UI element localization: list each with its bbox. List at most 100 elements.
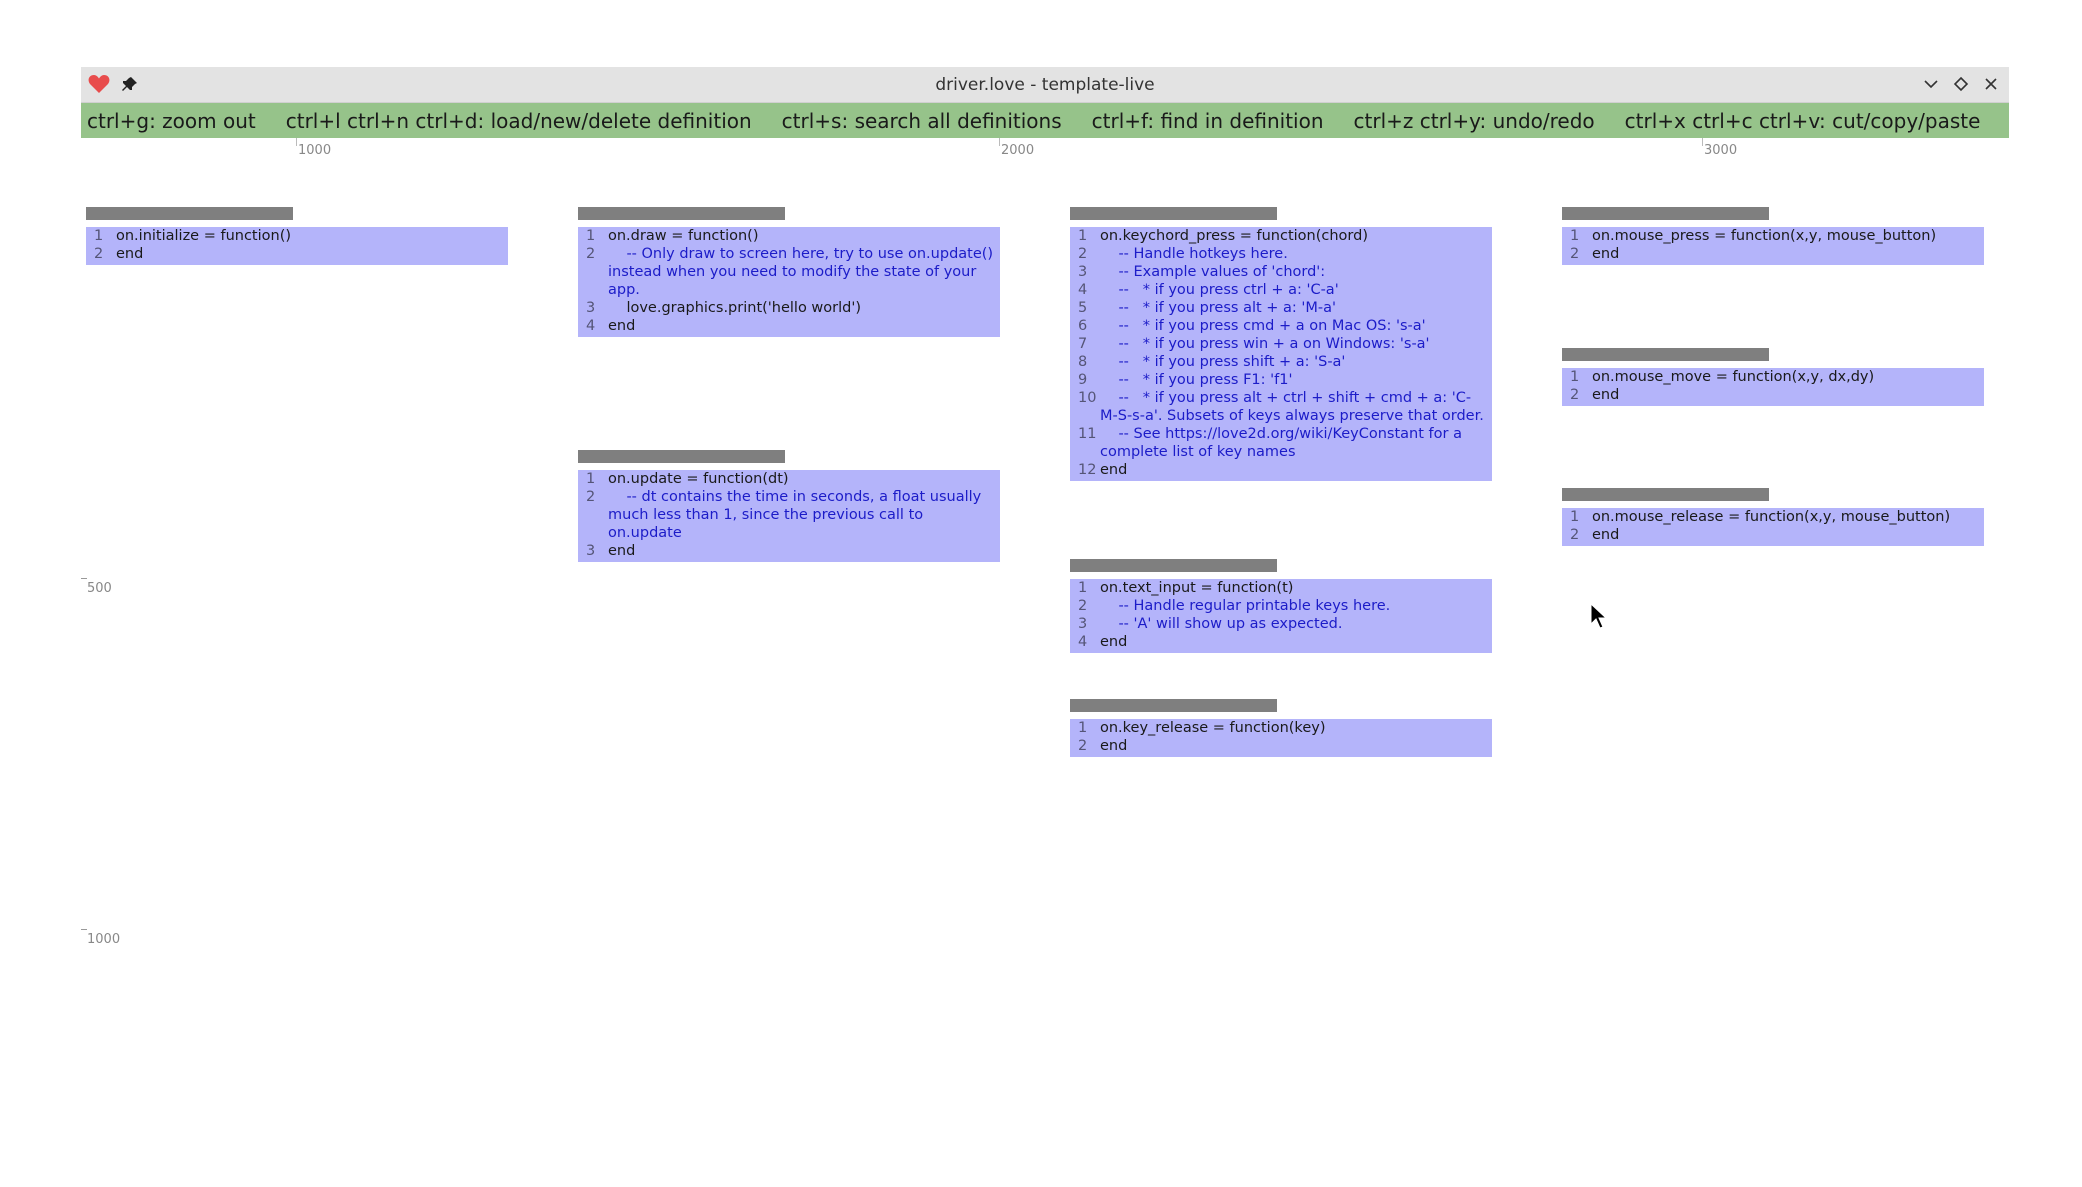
line-number: 1	[1570, 509, 1580, 525]
diamond-icon[interactable]	[1949, 72, 1973, 96]
line-number: 3	[1078, 264, 1088, 280]
code-line[interactable]: 2 end	[1562, 386, 1984, 404]
code-line[interactable]: 6 -- * if you press cmd + a on Mac OS: '…	[1070, 317, 1492, 335]
code-line[interactable]: 1 on.mouse_move = function(x,y, dx,dy)	[1562, 368, 1984, 386]
code-text[interactable]: on.key_release = function(key)	[1100, 719, 1492, 737]
chevron-down-icon[interactable]	[1919, 72, 1943, 96]
menu-load-new-delete[interactable]: ctrl+l ctrl+n ctrl+d: load/new/delete de…	[286, 109, 752, 133]
card-drag-handle[interactable]	[1562, 488, 1769, 501]
hotkey-bar: ctrl+g: zoom out ctrl+l ctrl+n ctrl+d: l…	[81, 103, 2009, 138]
code-comment[interactable]: -- * if you press shift + a: 'S-a'	[1100, 353, 1492, 371]
code-line[interactable]: 1 on.mouse_release = function(x,y, mouse_…	[1562, 508, 1984, 526]
code-line[interactable]: 3 end	[578, 542, 1000, 560]
code-line[interactable]: 1 on.text_input = function(t)	[1070, 579, 1492, 597]
code-comment[interactable]: -- * if you press F1: 'f1'	[1100, 371, 1492, 389]
code-comment[interactable]: -- Handle hotkeys here.	[1100, 245, 1492, 263]
card-drag-handle[interactable]	[1070, 699, 1277, 712]
code-line[interactable]: 11 -- See https://love2d.org/wiki/KeyCon…	[1070, 425, 1492, 461]
code-text[interactable]: end	[1592, 245, 1984, 263]
code-text[interactable]: on.mouse_release = function(x,y, mouse_b…	[1592, 508, 1984, 526]
menu-find-in-definition[interactable]: ctrl+f: find in definition	[1092, 109, 1324, 133]
code-line[interactable]: 2 end	[1070, 737, 1492, 755]
code-line[interactable]: 1 on.initialize = function()	[86, 227, 508, 245]
code-line[interactable]: 1 on.draw = function()	[578, 227, 1000, 245]
code-text[interactable]: end	[608, 542, 1000, 560]
card-drag-handle[interactable]	[86, 207, 293, 220]
code-line[interactable]: 2 -- Handle regular printable keys here.	[1070, 597, 1492, 615]
card-code-editor[interactable]: 1 on.text_input = function(t) 2 -- Handle …	[1070, 579, 1492, 653]
card-code-editor[interactable]: 1 on.update = function(dt) 2 -- dt contain…	[578, 470, 1000, 562]
code-line[interactable]: 7 -- * if you press win + a on Windows: …	[1070, 335, 1492, 353]
code-line[interactable]: 1 on.update = function(dt)	[578, 470, 1000, 488]
code-comment[interactable]: -- Only draw to screen here, try to use …	[608, 245, 1000, 299]
code-text[interactable]: on.draw = function()	[608, 227, 1000, 245]
code-text[interactable]: on.text_input = function(t)	[1100, 579, 1492, 597]
card-drag-handle[interactable]	[1562, 348, 1769, 361]
code-line[interactable]: 1 on.keychord_press = function(chord)	[1070, 227, 1492, 245]
card-code-editor[interactable]: 1 on.initialize = function() 2 end	[86, 227, 508, 265]
title-bar[interactable]: driver.love - template-live	[81, 67, 2009, 103]
code-text[interactable]: end	[116, 245, 508, 263]
card-drag-handle[interactable]	[578, 450, 785, 463]
code-text[interactable]: end	[1100, 737, 1492, 755]
code-line[interactable]: 2 end	[1562, 245, 1984, 263]
code-line[interactable]: 2 -- Only draw to screen here, try to us…	[578, 245, 1000, 299]
code-line[interactable]: 8 -- * if you press shift + a: 'S-a'	[1070, 353, 1492, 371]
ruler-label-y: 500	[87, 581, 112, 596]
code-comment[interactable]: -- * if you press cmd + a on Mac OS: 's-…	[1100, 317, 1492, 335]
code-text[interactable]: end	[1592, 526, 1984, 544]
code-comment[interactable]: -- * if you press win + a on Windows: 's…	[1100, 335, 1492, 353]
code-text[interactable]: end	[1100, 461, 1492, 479]
menu-cut-copy-paste[interactable]: ctrl+x ctrl+c ctrl+v: cut/copy/paste	[1625, 109, 1981, 133]
code-line[interactable]: 12 end	[1070, 461, 1492, 479]
code-text[interactable]: on.update = function(dt)	[608, 470, 1000, 488]
code-comment[interactable]: -- Handle regular printable keys here.	[1100, 597, 1492, 615]
code-comment[interactable]: -- * if you press alt + a: 'M-a'	[1100, 299, 1492, 317]
card-drag-handle[interactable]	[1070, 559, 1277, 572]
card-code-editor[interactable]: 1 on.keychord_press = function(chord) 2 --…	[1070, 227, 1492, 481]
code-line[interactable]: 2 end	[1562, 526, 1984, 544]
code-line[interactable]: 4 end	[1070, 633, 1492, 651]
code-comment[interactable]: -- * if you press ctrl + a: 'C-a'	[1100, 281, 1492, 299]
code-text[interactable]: on.initialize = function()	[116, 227, 508, 245]
line-number: 1	[1570, 228, 1580, 244]
code-line[interactable]: 9 -- * if you press F1: 'f1'	[1070, 371, 1492, 389]
code-line[interactable]: 1 on.mouse_press = function(x,y, mouse_bu…	[1562, 227, 1984, 245]
card-code-editor[interactable]: 1 on.mouse_press = function(x,y, mouse_bu…	[1562, 227, 1984, 265]
code-comment[interactable]: -- dt contains the time in seconds, a fl…	[608, 488, 1000, 542]
code-text[interactable]: end	[1592, 386, 1984, 404]
line-number: 9	[1078, 372, 1088, 388]
code-text[interactable]: end	[608, 317, 1000, 335]
card-code-editor[interactable]: 1 on.draw = function() 2 -- Only draw to s…	[578, 227, 1000, 337]
code-comment[interactable]: -- See https://love2d.org/wiki/KeyConsta…	[1100, 425, 1492, 461]
code-line[interactable]: 3 -- Example values of 'chord':	[1070, 263, 1492, 281]
code-text[interactable]: on.keychord_press = function(chord)	[1100, 227, 1492, 245]
code-line[interactable]: 3 -- 'A' will show up as expected.	[1070, 615, 1492, 633]
code-comment[interactable]: -- 'A' will show up as expected.	[1100, 615, 1492, 633]
menu-zoom-out[interactable]: ctrl+g: zoom out	[87, 109, 256, 133]
code-text[interactable]: on.mouse_move = function(x,y, dx,dy)	[1592, 368, 1984, 386]
code-line[interactable]: 5 -- * if you press alt + a: 'M-a'	[1070, 299, 1492, 317]
close-icon[interactable]	[1979, 72, 2003, 96]
code-text[interactable]: end	[1100, 633, 1492, 651]
card-code-editor[interactable]: 1 on.mouse_release = function(x,y, mouse_…	[1562, 508, 1984, 546]
code-line[interactable]: 1 on.key_release = function(key)	[1070, 719, 1492, 737]
card-drag-handle[interactable]	[1562, 207, 1769, 220]
code-text[interactable]: on.mouse_press = function(x,y, mouse_but…	[1592, 227, 1984, 245]
code-line[interactable]: 4 -- * if you press ctrl + a: 'C-a'	[1070, 281, 1492, 299]
card-code-editor[interactable]: 1 on.key_release = function(key) 2 end	[1070, 719, 1492, 757]
code-line[interactable]: 2 -- Handle hotkeys here.	[1070, 245, 1492, 263]
card-drag-handle[interactable]	[578, 207, 785, 220]
code-line[interactable]: 2 end	[86, 245, 508, 263]
menu-search-all[interactable]: ctrl+s: search all definitions	[782, 109, 1062, 133]
menu-undo-redo[interactable]: ctrl+z ctrl+y: undo/redo	[1354, 109, 1595, 133]
code-comment[interactable]: -- Example values of 'chord':	[1100, 263, 1492, 281]
code-line[interactable]: 10 -- * if you press alt + ctrl + shift …	[1070, 389, 1492, 425]
card-drag-handle[interactable]	[1070, 207, 1277, 220]
code-text[interactable]: love.graphics.print('hello world')	[608, 299, 1000, 317]
code-line[interactable]: 3 love.graphics.print('hello world')	[578, 299, 1000, 317]
code-line[interactable]: 4 end	[578, 317, 1000, 335]
code-comment[interactable]: -- * if you press alt + ctrl + shift + c…	[1100, 389, 1492, 425]
code-line[interactable]: 2 -- dt contains the time in seconds, a …	[578, 488, 1000, 542]
card-code-editor[interactable]: 1 on.mouse_move = function(x,y, dx,dy) 2 en…	[1562, 368, 1984, 406]
